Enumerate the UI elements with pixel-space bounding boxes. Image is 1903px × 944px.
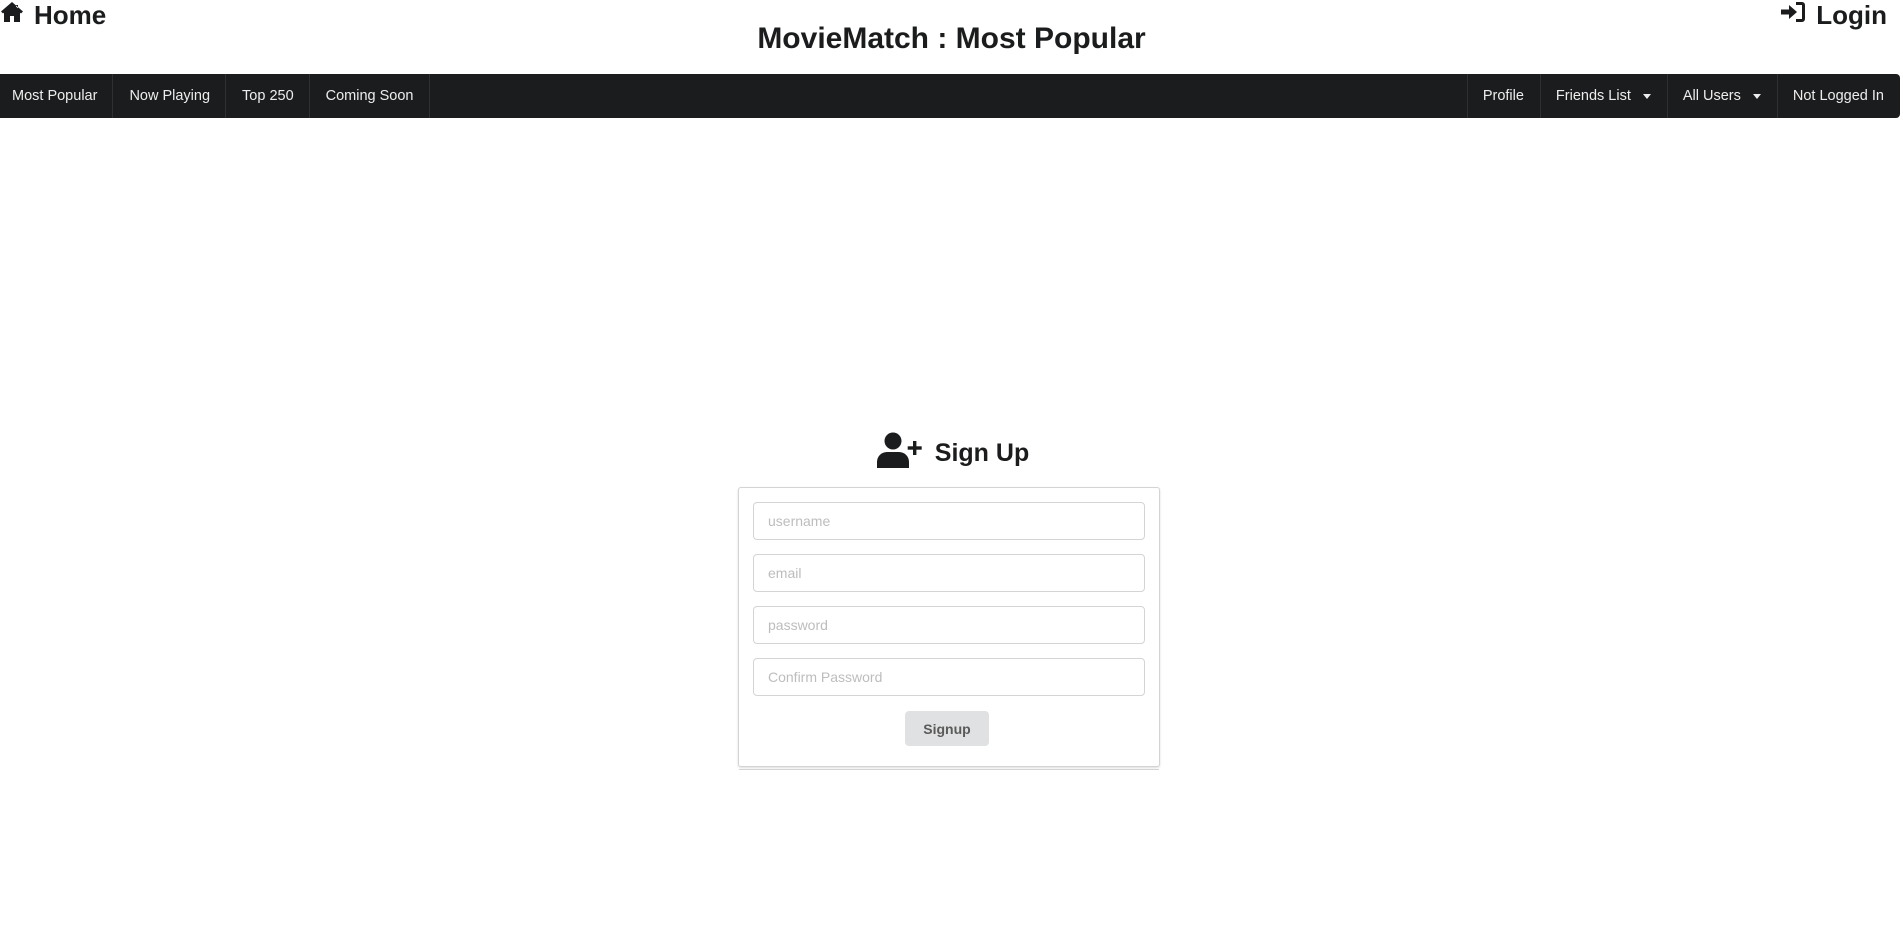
caret-down-icon	[1642, 93, 1651, 99]
sign-in-icon	[1780, 0, 1816, 31]
signup-heading: Sign Up	[0, 432, 1903, 475]
login-link[interactable]: Login	[1780, 0, 1887, 30]
username-field[interactable]	[753, 502, 1145, 540]
friends-list-label: Friends List	[1555, 88, 1631, 104]
nav-left: Most Popular Now Playing Top 250 Coming …	[0, 74, 430, 118]
all-users-label: All Users	[1682, 88, 1741, 104]
login-status: Not Logged In	[1776, 74, 1900, 118]
nav-most-popular[interactable]: Most Popular	[0, 74, 114, 118]
password-field[interactable]	[753, 606, 1145, 644]
signup-title: Sign Up	[934, 439, 1030, 467]
nav-profile[interactable]: Profile	[1466, 74, 1540, 118]
signup-form: Signup	[738, 487, 1160, 770]
email-field[interactable]	[753, 554, 1145, 592]
nav-coming-soon[interactable]: Coming Soon	[310, 74, 430, 118]
nav-right: Profile Friends List All Users Not Logge…	[1466, 74, 1900, 118]
signup-button[interactable]: Signup	[905, 711, 989, 746]
nav-top-250[interactable]: Top 250	[226, 74, 310, 118]
nav-friends-list-dropdown[interactable]: Friends List	[1539, 74, 1667, 118]
top-header: Home MovieMatch : Most Popular Login	[0, 0, 1903, 74]
nav-all-users-dropdown[interactable]: All Users	[1666, 74, 1777, 118]
main-navbar: Most Popular Now Playing Top 250 Coming …	[0, 74, 1900, 118]
nav-now-playing[interactable]: Now Playing	[113, 74, 226, 118]
page-title: MovieMatch : Most Popular	[757, 22, 1146, 55]
login-label: Login	[1816, 0, 1887, 30]
caret-down-icon	[1752, 93, 1761, 99]
confirm-password-field[interactable]	[753, 658, 1145, 696]
user-plus-icon	[876, 432, 935, 475]
